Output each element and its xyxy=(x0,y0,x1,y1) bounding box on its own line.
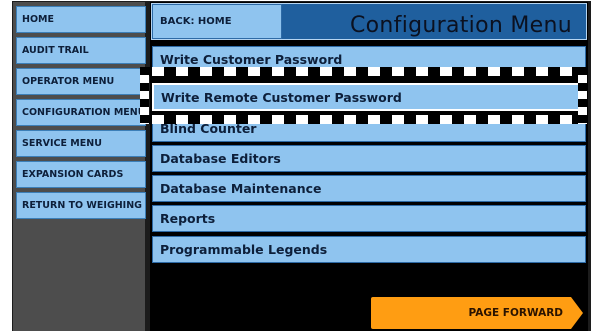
menu-item-database-maintenance[interactable]: Database Maintenance xyxy=(152,175,586,202)
selection-left-edge xyxy=(140,67,149,124)
nav-expansion-cards-button[interactable]: EXPANSION CARDS xyxy=(16,161,146,188)
menu-item-write-remote-customer-password[interactable]: Write Remote Customer Password xyxy=(152,83,586,111)
nav-service-menu-button[interactable]: SERVICE MENU xyxy=(16,130,146,157)
nav-return-to-weighing-button[interactable]: RETURN TO WEIGHING xyxy=(16,192,146,219)
selection-right-edge xyxy=(578,67,587,124)
nav-home-button[interactable]: HOME xyxy=(16,6,146,33)
menu-item-reports[interactable]: Reports xyxy=(152,205,586,232)
menu-item-programmable-legends[interactable]: Programmable Legends xyxy=(152,236,586,263)
page-forward-button[interactable]: PAGE FORWARD xyxy=(371,297,583,329)
nav-audit-trail-button[interactable]: AUDIT TRAIL xyxy=(16,37,146,64)
back-home-button[interactable]: BACK: HOME xyxy=(152,4,282,39)
sidebar: HOME AUDIT TRAIL OPERATOR MENU CONFIGURA… xyxy=(13,2,146,331)
page-title: Configuration Menu xyxy=(350,13,572,38)
selection-bottom-edge xyxy=(140,115,587,124)
nav-operator-menu-button[interactable]: OPERATOR MENU xyxy=(16,68,146,95)
menu-item-database-editors[interactable]: Database Editors xyxy=(152,145,586,172)
nav-configuration-menu-button[interactable]: CONFIGURATION MENU xyxy=(16,99,146,126)
selection-top-edge xyxy=(140,67,587,76)
